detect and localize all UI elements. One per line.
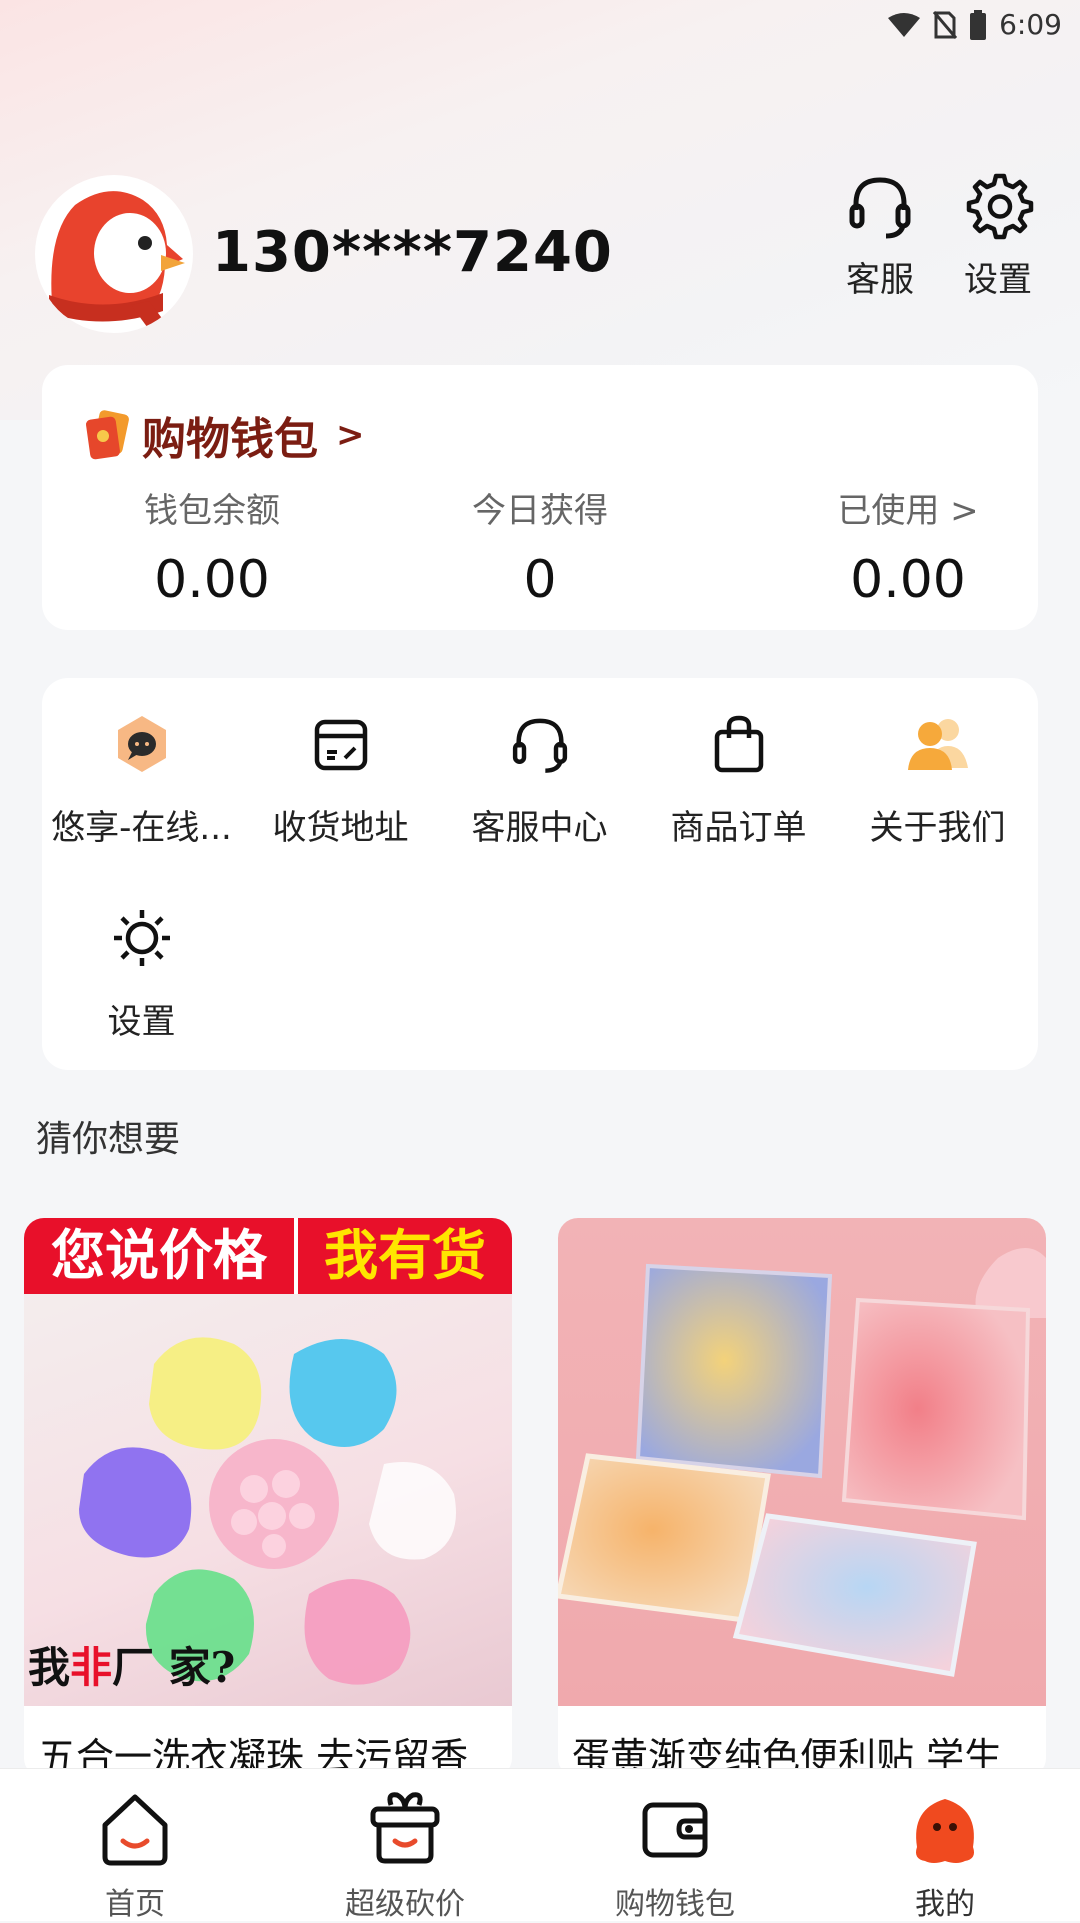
wallet-icon	[642, 1802, 708, 1858]
penguin-avatar-icon	[49, 191, 185, 333]
wallet-balance-label: 钱包余额	[144, 491, 280, 531]
users-icon	[907, 719, 968, 770]
menu-item-address[interactable]: 收货地址	[241, 704, 440, 849]
headset-icon	[849, 177, 911, 239]
wifi-icon	[888, 12, 921, 37]
wallet-today: 今日获得 0	[410, 483, 670, 610]
wallet-title-chevron: >	[336, 415, 365, 455]
nav-label: 超级砍价	[345, 1887, 465, 1922]
status-bar: 6:09	[0, 0, 1080, 50]
customer-service-label: 客服	[846, 260, 914, 300]
menu-item-label: 商品订单	[670, 808, 807, 848]
wallet-used-value: 0.00	[850, 550, 966, 610]
product-caption: 我非厂 家?	[28, 1634, 235, 1695]
headset-icon	[512, 718, 567, 773]
menu-item-customer-center[interactable]: 客服中心	[440, 704, 639, 849]
wallet-used[interactable]: 已使用 > 0.00	[778, 483, 1038, 610]
menu-item-label: 关于我们	[869, 808, 1006, 848]
status-time: 6:09	[999, 8, 1062, 41]
wallet-used-label: 已使用 >	[837, 491, 979, 531]
red-envelope-icon	[86, 410, 129, 460]
no-sim-icon	[933, 10, 958, 39]
chat-bubble-icon	[117, 716, 166, 772]
sticky-notes-illustration	[558, 1248, 1046, 1677]
shopping-bag-icon	[714, 715, 763, 773]
home-icon	[102, 1794, 168, 1866]
section-title: 猜你想要	[36, 1119, 181, 1160]
settings-button[interactable]: 设置	[948, 170, 1048, 301]
wallet-today-label: 今日获得	[472, 491, 608, 531]
menu-item-label: 收货地址	[272, 808, 409, 848]
gift-basket-icon	[370, 1792, 440, 1864]
wallet-today-value: 0	[523, 550, 557, 610]
wallet-card: 购物钱包 > 钱包余额 0.00 今日获得 0 已使用 > 0.00	[42, 365, 1038, 630]
profile-mascot-icon	[916, 1799, 974, 1863]
wallet-title-link[interactable]: 购物钱包 >	[82, 403, 365, 467]
product-card[interactable]: 蛋黄渐变纯色便利贴 学生	[558, 1218, 1046, 1778]
sun-gear-icon	[113, 910, 170, 966]
wallet-balance: 钱包余额 0.00	[82, 483, 342, 610]
menu-item-online-chat[interactable]: 悠享-在线...	[42, 704, 241, 849]
address-card-icon	[314, 719, 367, 771]
product-banner-right: 我有货	[324, 1224, 486, 1287]
menu-item-label: 设置	[107, 1002, 176, 1042]
avatar[interactable]	[35, 175, 193, 333]
settings-label: 设置	[964, 260, 1032, 300]
product-image	[558, 1218, 1046, 1706]
menu-item-orders[interactable]: 商品订单	[639, 704, 838, 849]
product-banner-left: 您说价格	[51, 1224, 267, 1287]
nav-wallet[interactable]: 购物钱包	[540, 1787, 810, 1923]
menu-item-settings[interactable]: 设置	[42, 898, 241, 1043]
menu-item-label: 客服中心	[471, 808, 608, 848]
product-banner: 您说价格 我有货	[24, 1218, 512, 1294]
nav-label: 我的	[915, 1887, 975, 1922]
gear-icon	[966, 173, 1034, 240]
caption-part-1: 我	[28, 1643, 71, 1692]
bottom-nav: 首页 超级砍价 购物钱包 我的	[0, 1768, 1080, 1923]
user-phone: 130****7240	[212, 220, 613, 285]
wallet-title: 购物钱包	[142, 414, 318, 465]
menu-item-about-us[interactable]: 关于我们	[838, 704, 1037, 849]
service-menu-card: 悠享-在线... 收货地址 客服中心 商品订单 关于我们 设置	[42, 678, 1038, 1070]
nav-label: 购物钱包	[615, 1887, 735, 1922]
caption-part-3: 厂 家?	[112, 1643, 236, 1692]
nav-profile[interactable]: 我的	[810, 1787, 1080, 1923]
nav-label: 首页	[105, 1887, 165, 1922]
product-image: 您说价格 我有货 我非厂 家?	[24, 1218, 512, 1706]
wallet-balance-value: 0.00	[154, 550, 270, 610]
nav-bargain[interactable]: 超级砍价	[270, 1787, 540, 1923]
battery-icon	[970, 9, 987, 40]
caption-part-2: 非	[70, 1643, 113, 1692]
customer-service-button[interactable]: 客服	[830, 170, 930, 301]
nav-home[interactable]: 首页	[0, 1787, 270, 1923]
product-card[interactable]: 您说价格 我有货 我非厂 家? 五合一洗衣凝珠 去污留香	[24, 1218, 512, 1778]
menu-item-label: 悠享-在线...	[51, 808, 232, 848]
